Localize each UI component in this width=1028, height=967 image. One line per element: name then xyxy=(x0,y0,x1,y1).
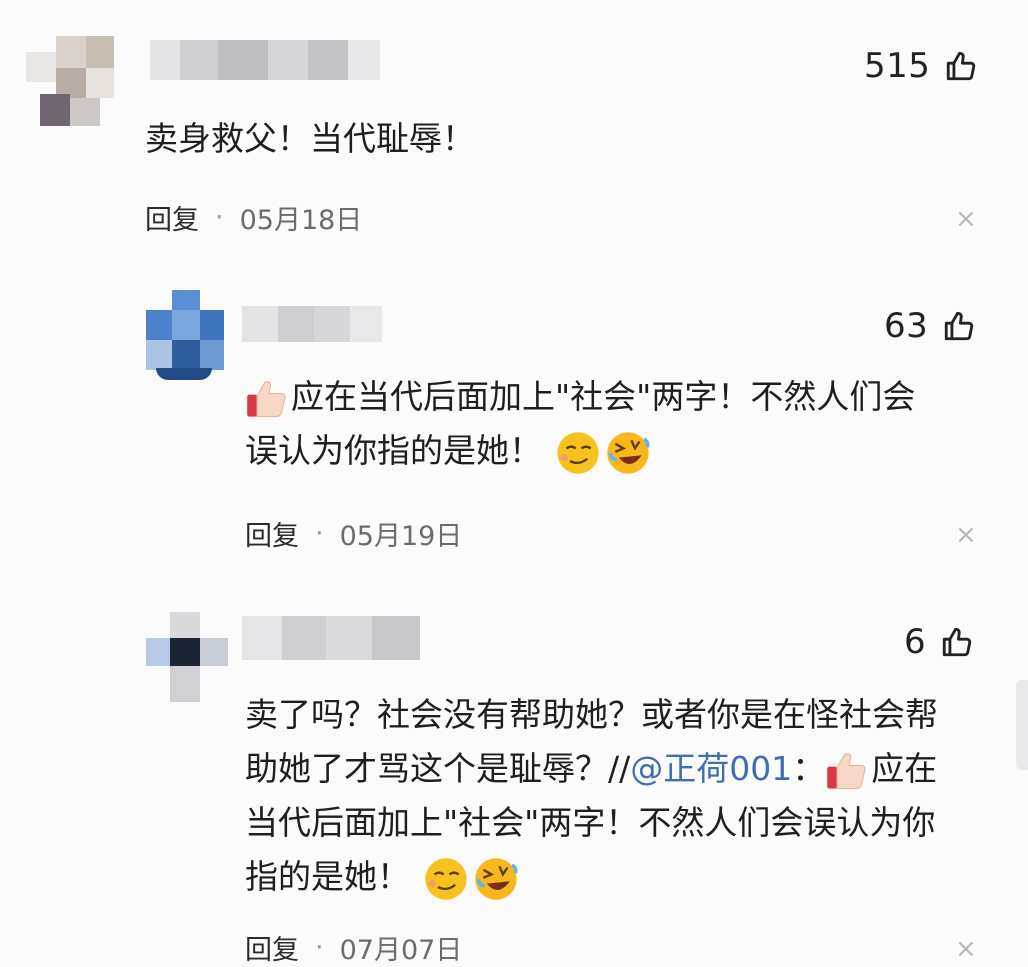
thumbs-up-emoji xyxy=(827,752,866,789)
username[interactable] xyxy=(150,40,380,80)
like-button[interactable]: 63 xyxy=(884,306,976,346)
username[interactable] xyxy=(242,306,382,342)
avatar[interactable] xyxy=(26,36,114,128)
like-button[interactable]: 515 xyxy=(864,46,978,86)
reply-button[interactable]: 回复 xyxy=(245,514,299,553)
comment-date: 05月19日 xyxy=(339,521,463,552)
comment-meta: 回复 · 05月19日 xyxy=(245,514,462,553)
comment-meta: 回复 · 05月18日 xyxy=(145,198,362,237)
thumbs-up-icon xyxy=(945,311,974,341)
separator: · xyxy=(315,932,324,963)
reply-button[interactable]: 回复 xyxy=(145,198,199,237)
comment-date: 05月18日 xyxy=(239,205,363,236)
comment-date: 07月07日 xyxy=(339,935,463,966)
like-count: 6 xyxy=(904,622,927,662)
separator: · xyxy=(215,202,224,233)
separator: · xyxy=(315,518,324,549)
right-edge-scroll-hint xyxy=(1016,680,1028,770)
comment-text: 卖身救父！当代耻辱！ xyxy=(145,119,475,158)
like-count: 63 xyxy=(884,306,929,346)
username[interactable] xyxy=(242,616,420,660)
rolling-laugh-emoji xyxy=(474,857,517,900)
smirk-emoji xyxy=(556,431,599,474)
comment-text: 应在当代后面加上"社会"两字！不然人们会 误认为你指的是她！ xyxy=(245,370,1005,478)
close-icon[interactable]: × xyxy=(955,520,977,550)
comment-text: 卖了吗？社会没有帮助她？或者你是在怪社会帮 助她了才骂这个是耻辱？//@正荷00… xyxy=(245,688,1015,904)
rolling-laugh-emoji xyxy=(606,431,649,474)
thumbs-up-icon xyxy=(942,627,972,657)
avatar[interactable] xyxy=(146,290,224,380)
comment-meta: 回复 · 07月07日 xyxy=(245,928,462,967)
thumbs-up-emoji xyxy=(247,380,286,417)
thumbs-up-icon xyxy=(947,51,976,81)
mention-link[interactable]: @正荷001 xyxy=(630,749,792,788)
like-count: 515 xyxy=(864,46,931,86)
avatar[interactable] xyxy=(146,612,228,702)
smirk-emoji xyxy=(424,857,467,900)
close-icon[interactable]: × xyxy=(955,204,977,234)
reply-button[interactable]: 回复 xyxy=(245,928,299,967)
close-icon[interactable]: × xyxy=(955,934,977,964)
like-button[interactable]: 6 xyxy=(904,622,974,662)
